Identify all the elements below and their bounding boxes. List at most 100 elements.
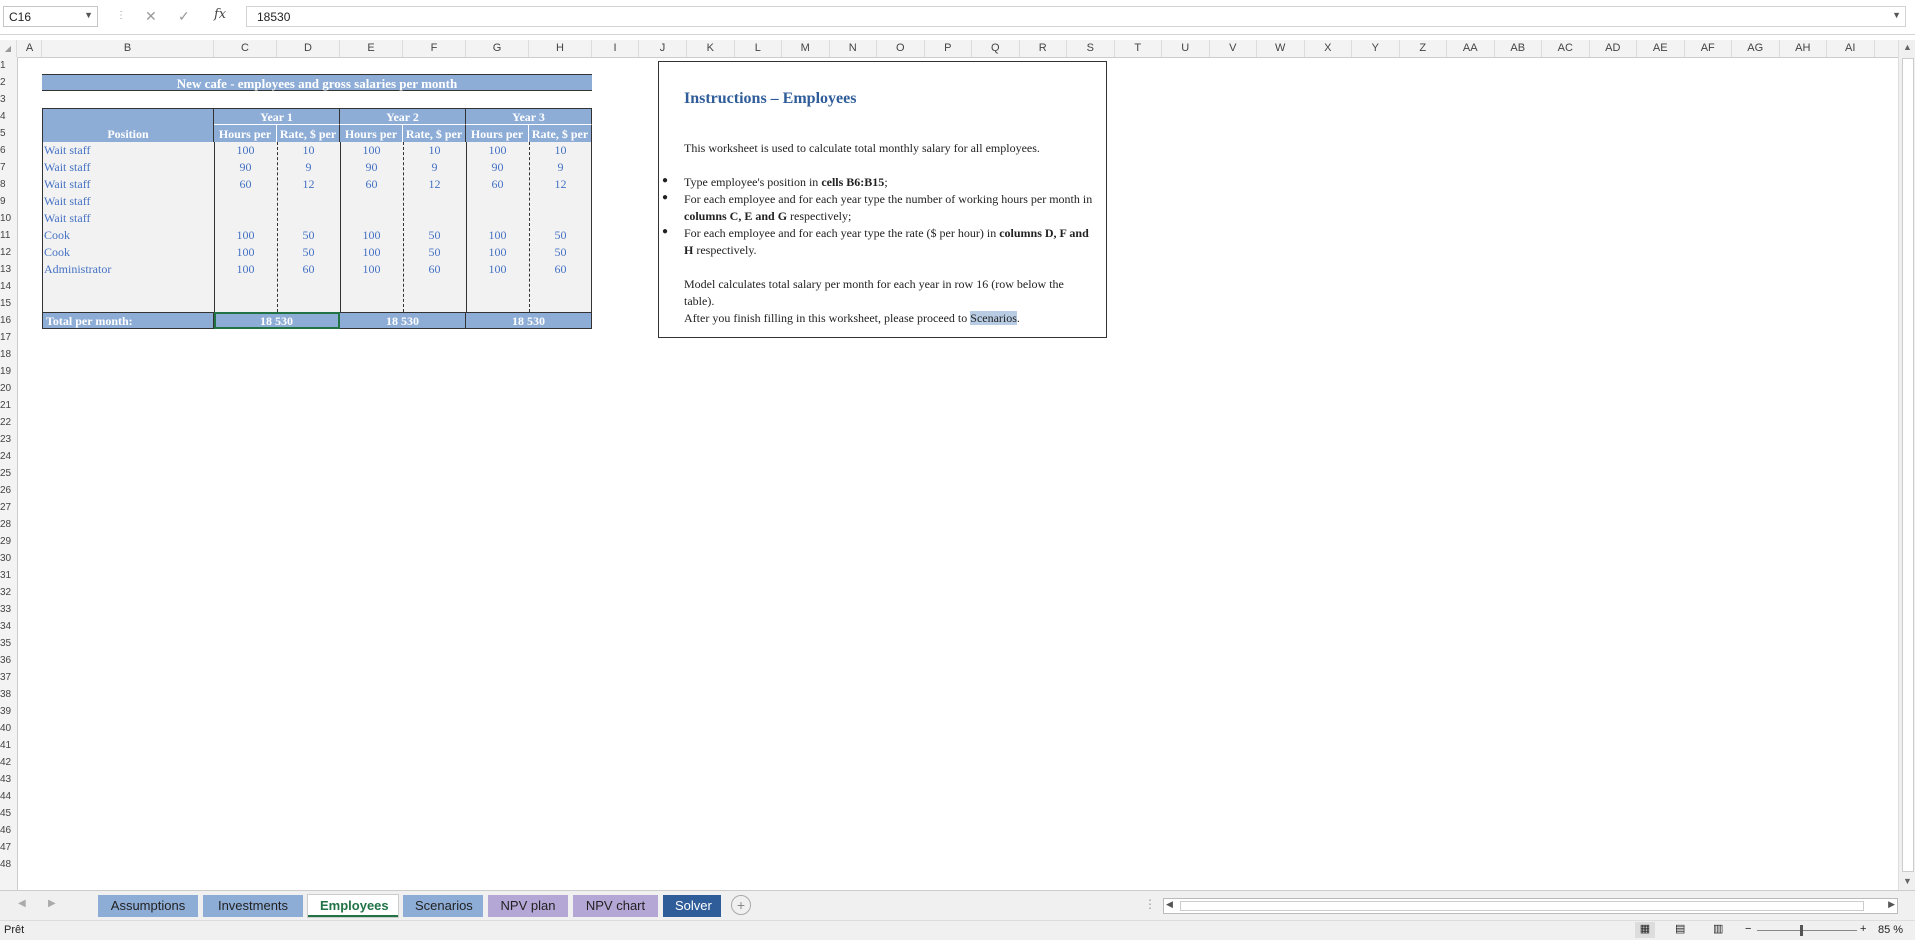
year-header[interactable]: Year 1 xyxy=(214,108,340,125)
row-header[interactable]: 33 xyxy=(0,601,17,618)
value-cell[interactable] xyxy=(466,295,529,312)
scroll-right-icon[interactable]: ▶ xyxy=(1888,899,1895,910)
row-header[interactable]: 30 xyxy=(0,550,17,567)
column-header[interactable]: AF xyxy=(1685,40,1732,57)
column-header[interactable]: X xyxy=(1305,40,1352,57)
position-cell[interactable] xyxy=(44,295,214,312)
column-header[interactable]: AB xyxy=(1495,40,1542,57)
value-cell[interactable] xyxy=(277,193,340,210)
value-cell[interactable] xyxy=(466,210,529,227)
value-cell[interactable]: 90 xyxy=(466,159,529,176)
column-header[interactable]: Y xyxy=(1352,40,1400,57)
value-cell[interactable]: 60 xyxy=(529,261,592,278)
position-cell[interactable]: Wait staff xyxy=(44,159,214,176)
column-header[interactable]: D xyxy=(277,40,340,57)
value-cell[interactable] xyxy=(403,193,466,210)
value-cell[interactable] xyxy=(340,193,403,210)
row-header[interactable]: 12 xyxy=(0,244,17,261)
row-header[interactable]: 27 xyxy=(0,499,17,516)
column-header[interactable]: R xyxy=(1020,40,1067,57)
value-cell[interactable]: 100 xyxy=(214,244,277,261)
value-cell[interactable]: 90 xyxy=(340,159,403,176)
normal-view-icon[interactable]: ▦ xyxy=(1635,922,1655,938)
scroll-up-icon[interactable]: ▲ xyxy=(1903,42,1912,52)
column-header[interactable]: AH xyxy=(1780,40,1827,57)
row-header[interactable]: 48 xyxy=(0,856,17,873)
value-cell[interactable] xyxy=(403,278,466,295)
value-cell[interactable]: 100 xyxy=(340,261,403,278)
value-cell[interactable]: 100 xyxy=(340,244,403,261)
column-header[interactable]: V xyxy=(1210,40,1257,57)
column-header[interactable]: M xyxy=(782,40,830,57)
row-header[interactable]: 9 xyxy=(0,193,17,210)
column-header[interactable]: E xyxy=(340,40,403,57)
value-cell[interactable]: 9 xyxy=(277,159,340,176)
year-header[interactable]: Year 3 xyxy=(466,108,592,125)
page-break-icon[interactable]: ▥ xyxy=(1713,922,1723,935)
value-cell[interactable]: 50 xyxy=(529,244,592,261)
column-header[interactable]: Z xyxy=(1400,40,1447,57)
value-cell[interactable] xyxy=(529,295,592,312)
scrollbar-thumb[interactable] xyxy=(1902,58,1914,872)
sheet-tab[interactable]: Assumptions xyxy=(98,895,198,917)
position-cell[interactable] xyxy=(44,278,214,295)
total-value[interactable]: 18 530 xyxy=(214,312,340,329)
value-cell[interactable]: 60 xyxy=(403,261,466,278)
column-header[interactable]: AA xyxy=(1447,40,1495,57)
value-cell[interactable] xyxy=(340,278,403,295)
position-cell[interactable]: Wait staff xyxy=(44,193,214,210)
value-cell[interactable] xyxy=(466,193,529,210)
value-cell[interactable]: 10 xyxy=(403,142,466,159)
value-cell[interactable] xyxy=(214,210,277,227)
page-layout-icon[interactable]: ▤ xyxy=(1675,922,1685,935)
row-header[interactable]: 2 xyxy=(0,74,17,91)
add-sheet-icon[interactable]: + xyxy=(731,895,751,915)
column-header[interactable]: K xyxy=(687,40,735,57)
row-header[interactable]: 28 xyxy=(0,516,17,533)
zoom-in-icon[interactable]: + xyxy=(1860,923,1866,935)
value-cell[interactable]: 100 xyxy=(340,227,403,244)
cancel-icon[interactable]: ✕ xyxy=(145,8,157,25)
position-cell[interactable]: Cook xyxy=(44,244,214,261)
value-cell[interactable]: 12 xyxy=(403,176,466,193)
column-header[interactable]: I xyxy=(592,40,639,57)
value-cell[interactable]: 9 xyxy=(403,159,466,176)
value-cell[interactable]: 100 xyxy=(466,261,529,278)
value-cell[interactable]: 12 xyxy=(529,176,592,193)
name-box[interactable]: C16 ▼ xyxy=(3,6,98,27)
row-header[interactable]: 46 xyxy=(0,822,17,839)
row-header[interactable]: 6 xyxy=(0,142,17,159)
value-cell[interactable] xyxy=(529,278,592,295)
chevron-down-icon[interactable]: ▼ xyxy=(84,10,93,20)
value-cell[interactable]: 60 xyxy=(277,261,340,278)
row-header[interactable]: 13 xyxy=(0,261,17,278)
scenarios-link[interactable]: Scenarios xyxy=(970,311,1017,325)
scrollbar-thumb[interactable] xyxy=(1180,901,1864,911)
value-cell[interactable]: 100 xyxy=(214,227,277,244)
row-header[interactable]: 8 xyxy=(0,176,17,193)
column-header[interactable]: C xyxy=(214,40,277,57)
column-header[interactable]: L xyxy=(735,40,782,57)
value-cell[interactable]: 60 xyxy=(466,176,529,193)
column-header[interactable]: A xyxy=(18,40,42,57)
value-cell[interactable] xyxy=(529,193,592,210)
value-cell[interactable] xyxy=(340,210,403,227)
column-header[interactable]: AI xyxy=(1827,40,1875,57)
column-header[interactable]: O xyxy=(877,40,925,57)
value-cell[interactable] xyxy=(214,193,277,210)
total-value[interactable]: 18 530 xyxy=(340,312,466,329)
insert-function-icon[interactable]: fx xyxy=(214,7,226,22)
chevron-down-icon[interactable]: ▼ xyxy=(1892,10,1901,20)
value-cell[interactable] xyxy=(529,210,592,227)
row-header[interactable]: 14 xyxy=(0,278,17,295)
row-header[interactable]: 29 xyxy=(0,533,17,550)
value-cell[interactable]: 100 xyxy=(214,261,277,278)
value-cell[interactable]: 50 xyxy=(403,244,466,261)
column-header[interactable]: J xyxy=(639,40,687,57)
scroll-tabs-left-icon[interactable]: ◀ xyxy=(18,898,26,909)
row-header[interactable]: 16 xyxy=(0,312,17,329)
row-header[interactable]: 32 xyxy=(0,584,17,601)
value-cell[interactable]: 10 xyxy=(529,142,592,159)
row-header[interactable]: 36 xyxy=(0,652,17,669)
row-header[interactable]: 23 xyxy=(0,431,17,448)
